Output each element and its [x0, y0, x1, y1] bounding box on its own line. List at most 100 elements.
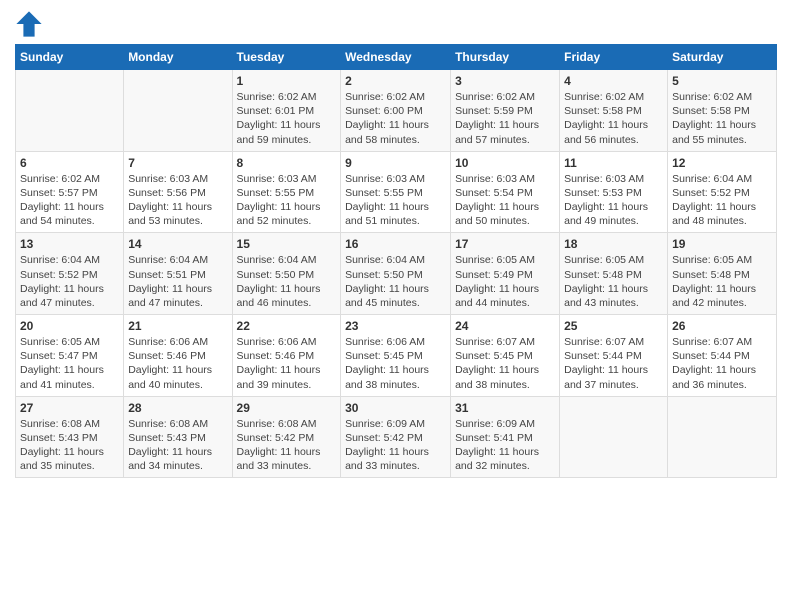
calendar-body: 1Sunrise: 6:02 AMSunset: 6:01 PMDaylight… [16, 70, 777, 478]
day-number: 9 [345, 156, 446, 170]
calendar-cell: 10 Sunrise: 6:03 AMSunset: 5:54 PMDayligh… [451, 151, 560, 233]
calendar-week-row: 1Sunrise: 6:02 AMSunset: 6:01 PMDaylight… [16, 70, 777, 152]
calendar-week-row: 27 Sunrise: 6:08 AMSunset: 5:43 PMDayligh… [16, 396, 777, 478]
weekday-header: Tuesday [232, 45, 341, 70]
calendar-cell: 21Sunrise: 6:06 AMSunset: 5:46 PMDayligh… [124, 315, 232, 397]
day-info: Sunrise: 6:09 AMSunset: 5:41 PMDaylight:… [455, 417, 555, 474]
day-number: 6 [20, 156, 119, 170]
calendar-week-row: 20Sunrise: 6:05 AMSunset: 5:47 PMDayligh… [16, 315, 777, 397]
day-number: 4 [564, 74, 663, 88]
day-info: Sunrise: 6:06 AMSunset: 5:46 PMDaylight:… [237, 335, 337, 392]
day-info: Sunrise: 6:05 AMSunset: 5:49 PMDaylight:… [455, 253, 555, 310]
day-number: 31 [455, 401, 555, 415]
calendar-cell: 20Sunrise: 6:05 AMSunset: 5:47 PMDayligh… [16, 315, 124, 397]
calendar-cell: 30 Sunrise: 6:09 AMSunset: 5:42 PMDayligh… [341, 396, 451, 478]
day-info: Sunrise: 6:08 AMSunset: 5:43 PMDaylight:… [128, 417, 227, 474]
calendar-cell: 28 Sunrise: 6:08 AMSunset: 5:43 PMDayligh… [124, 396, 232, 478]
day-info: Sunrise: 6:04 AMSunset: 5:50 PMDaylight:… [345, 253, 446, 310]
calendar-cell: 29 Sunrise: 6:08 AMSunset: 5:42 PMDayligh… [232, 396, 341, 478]
day-info: Sunrise: 6:04 AMSunset: 5:52 PMDaylight:… [672, 172, 772, 229]
calendar-week-row: 6 Sunrise: 6:02 AMSunset: 5:57 PMDaylight… [16, 151, 777, 233]
day-number: 8 [237, 156, 337, 170]
day-number: 18 [564, 237, 663, 251]
day-number: 2 [345, 74, 446, 88]
day-number: 17 [455, 237, 555, 251]
calendar-cell: 22 Sunrise: 6:06 AMSunset: 5:46 PMDayligh… [232, 315, 341, 397]
calendar-cell: 31 Sunrise: 6:09 AMSunset: 5:41 PMDayligh… [451, 396, 560, 478]
day-number: 11 [564, 156, 663, 170]
calendar-week-row: 13 Sunrise: 6:04 AMSunset: 5:52 PMDayligh… [16, 233, 777, 315]
calendar-cell: 9 Sunrise: 6:03 AMSunset: 5:55 PMDaylight… [341, 151, 451, 233]
day-number: 26 [672, 319, 772, 333]
calendar-cell: 23 Sunrise: 6:06 AMSunset: 5:45 PMDayligh… [341, 315, 451, 397]
day-number: 7 [128, 156, 227, 170]
day-number: 1 [237, 74, 337, 88]
day-number: 16 [345, 237, 446, 251]
day-info: Sunrise: 6:03 AMSunset: 5:55 PMDaylight:… [237, 172, 337, 229]
day-info: Sunrise: 6:04 AMSunset: 5:52 PMDaylight:… [20, 253, 119, 310]
day-number: 29 [237, 401, 337, 415]
calendar-cell: 2 Sunrise: 6:02 AMSunset: 6:00 PMDaylight… [341, 70, 451, 152]
calendar-cell: 18 Sunrise: 6:05 AMSunset: 5:48 PMDayligh… [560, 233, 668, 315]
day-info: Sunrise: 6:06 AMSunset: 5:45 PMDaylight:… [345, 335, 446, 392]
weekday-header: Saturday [668, 45, 777, 70]
calendar-cell: 15 Sunrise: 6:04 AMSunset: 5:50 PMDayligh… [232, 233, 341, 315]
day-number: 21 [128, 319, 227, 333]
calendar-cell: 27Sunrise: 6:08 AMSunset: 5:43 PMDayligh… [16, 396, 124, 478]
day-number: 10 [455, 156, 555, 170]
weekday-row: SundayMondayTuesdayWednesdayThursdayFrid… [16, 45, 777, 70]
calendar-cell: 7 Sunrise: 6:03 AMSunset: 5:56 PMDaylight… [124, 151, 232, 233]
day-info: Sunrise: 6:03 AMSunset: 5:55 PMDaylight:… [345, 172, 446, 229]
day-number: 15 [237, 237, 337, 251]
day-number: 23 [345, 319, 446, 333]
day-number: 19 [672, 237, 772, 251]
calendar-cell: 8 Sunrise: 6:03 AMSunset: 5:55 PMDaylight… [232, 151, 341, 233]
day-number: 20 [20, 319, 119, 333]
header [15, 10, 777, 38]
day-number: 28 [128, 401, 227, 415]
calendar-cell: 3 Sunrise: 6:02 AMSunset: 5:59 PMDaylight… [451, 70, 560, 152]
calendar-cell: 16 Sunrise: 6:04 AMSunset: 5:50 PMDayligh… [341, 233, 451, 315]
calendar-cell: 5Sunrise: 6:02 AMSunset: 5:58 PMDaylight… [668, 70, 777, 152]
day-number: 25 [564, 319, 663, 333]
calendar-cell: 14 Sunrise: 6:04 AMSunset: 5:51 PMDayligh… [124, 233, 232, 315]
day-info: Sunrise: 6:02 AMSunset: 5:57 PMDaylight:… [20, 172, 119, 229]
day-number: 14 [128, 237, 227, 251]
day-info: Sunrise: 6:08 AMSunset: 5:42 PMDaylight:… [237, 417, 337, 474]
calendar-cell: 25 Sunrise: 6:07 AMSunset: 5:44 PMDayligh… [560, 315, 668, 397]
day-info: Sunrise: 6:09 AMSunset: 5:42 PMDaylight:… [345, 417, 446, 474]
weekday-header: Monday [124, 45, 232, 70]
day-number: 24 [455, 319, 555, 333]
day-number: 3 [455, 74, 555, 88]
day-number: 30 [345, 401, 446, 415]
day-info: Sunrise: 6:03 AMSunset: 5:54 PMDaylight:… [455, 172, 555, 229]
day-info: Sunrise: 6:05 AMSunset: 5:48 PMDaylight:… [564, 253, 663, 310]
calendar-cell: 6 Sunrise: 6:02 AMSunset: 5:57 PMDaylight… [16, 151, 124, 233]
day-number: 5 [672, 74, 772, 88]
weekday-header: Thursday [451, 45, 560, 70]
day-info: Sunrise: 6:07 AMSunset: 5:44 PMDaylight:… [672, 335, 772, 392]
calendar-cell: 19 Sunrise: 6:05 AMSunset: 5:48 PMDayligh… [668, 233, 777, 315]
day-number: 13 [20, 237, 119, 251]
calendar-cell: 26 Sunrise: 6:07 AMSunset: 5:44 PMDayligh… [668, 315, 777, 397]
day-number: 27 [20, 401, 119, 415]
calendar-cell: 17 Sunrise: 6:05 AMSunset: 5:49 PMDayligh… [451, 233, 560, 315]
calendar-cell: 1Sunrise: 6:02 AMSunset: 6:01 PMDaylight… [232, 70, 341, 152]
day-info: Sunrise: 6:03 AMSunset: 5:56 PMDaylight:… [128, 172, 227, 229]
day-info: Sunrise: 6:02 AMSunset: 5:59 PMDaylight:… [455, 90, 555, 147]
calendar-header: SundayMondayTuesdayWednesdayThursdayFrid… [16, 45, 777, 70]
logo [15, 10, 47, 38]
calendar-cell: 12Sunrise: 6:04 AMSunset: 5:52 PMDayligh… [668, 151, 777, 233]
day-number: 22 [237, 319, 337, 333]
calendar-cell: 4Sunrise: 6:02 AMSunset: 5:58 PMDaylight… [560, 70, 668, 152]
day-info: Sunrise: 6:04 AMSunset: 5:50 PMDaylight:… [237, 253, 337, 310]
calendar-cell: 13 Sunrise: 6:04 AMSunset: 5:52 PMDayligh… [16, 233, 124, 315]
calendar-cell [668, 396, 777, 478]
day-info: Sunrise: 6:02 AMSunset: 6:00 PMDaylight:… [345, 90, 446, 147]
calendar-cell [560, 396, 668, 478]
day-info: Sunrise: 6:07 AMSunset: 5:44 PMDaylight:… [564, 335, 663, 392]
day-info: Sunrise: 6:04 AMSunset: 5:51 PMDaylight:… [128, 253, 227, 310]
day-info: Sunrise: 6:05 AMSunset: 5:48 PMDaylight:… [672, 253, 772, 310]
calendar-cell: 11Sunrise: 6:03 AMSunset: 5:53 PMDayligh… [560, 151, 668, 233]
calendar-cell [124, 70, 232, 152]
